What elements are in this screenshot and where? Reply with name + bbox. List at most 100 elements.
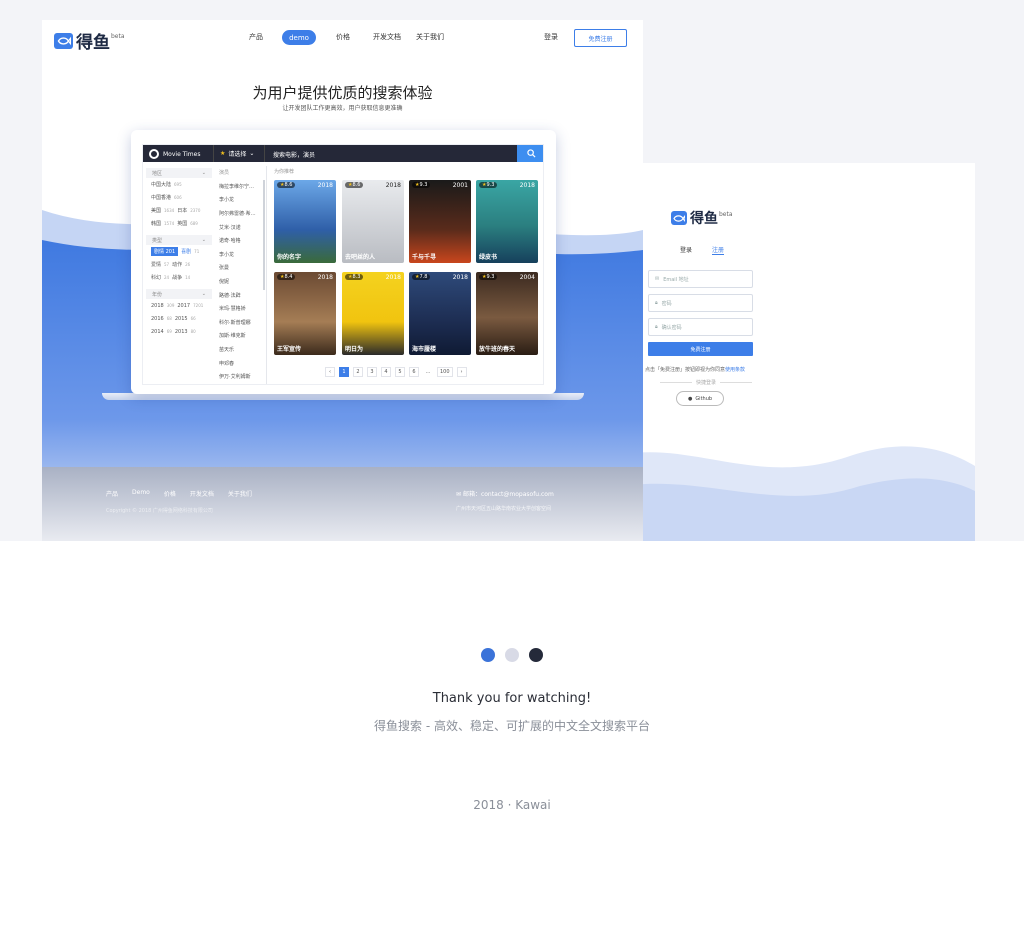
quick-login-label: 快捷登录	[696, 380, 717, 386]
scrollbar[interactable]	[263, 180, 265, 290]
laptop-base	[102, 393, 584, 400]
movie-card[interactable]: ★9.3 2004 放牛班的春天	[476, 272, 538, 355]
filter-row[interactable]: 2018 309 2017 7201	[146, 299, 212, 312]
filter-row[interactable]: 爱情 57 动作 26	[146, 258, 212, 271]
agreement-note: 点击「免费注册」按钮即视为你同意使用条款	[645, 366, 745, 373]
tab-login[interactable]: 登录	[680, 245, 692, 255]
actor-item[interactable]: 苗天乐	[215, 343, 266, 357]
page-button[interactable]: 1	[339, 367, 349, 377]
movie-card[interactable]: ★8.3 2018 明日为	[342, 272, 404, 355]
actor-item[interactable]: 加斯·维克斯	[215, 329, 266, 343]
password-placeholder: 密码	[661, 300, 672, 307]
confirm-password-field[interactable]: 🔒︎ 确认密码	[648, 318, 753, 336]
actor-item[interactable]: 梅拉李维尔宁…	[215, 180, 266, 194]
filter-label: 英国	[177, 221, 188, 227]
movie-search-input[interactable]: 搜索电影，演员	[273, 150, 315, 159]
nav-about[interactable]: 关于我们	[416, 32, 444, 42]
agreement-text: 点击「免费注册」按钮即视为你同意	[645, 367, 726, 373]
footer-link-product[interactable]: 产品	[106, 489, 118, 498]
actor-item[interactable]: 米玛·慧格娇	[215, 302, 266, 316]
actor-item[interactable]: 科尔·斯普理娜	[215, 316, 266, 330]
filter-label: 中国大陆	[151, 182, 172, 188]
site-logo[interactable]: 得鱼 beta	[54, 28, 125, 53]
footer-link-demo[interactable]: Demo	[132, 489, 150, 498]
nav-pricing[interactable]: 价格	[336, 32, 350, 42]
star-icon: ★	[220, 150, 226, 157]
movie-card[interactable]: ★9.3 2001 千与千寻	[409, 180, 471, 263]
category-selector[interactable]: ★ 请选择 ⌄	[213, 145, 265, 162]
page-button[interactable]: 3	[367, 367, 377, 377]
nav-docs[interactable]: 开发文档	[373, 32, 401, 42]
movie-card[interactable]: ★8.6 2018 你的名字	[274, 180, 336, 263]
page-button[interactable]: 5	[395, 367, 405, 377]
filter-count: 26	[185, 262, 191, 267]
footer-link-pricing[interactable]: 价格	[164, 489, 176, 498]
password-field[interactable]: 🔒︎ 密码	[648, 294, 753, 312]
free-register-button[interactable]: 免费注册	[574, 29, 627, 47]
lock-icon: 🔒︎	[655, 324, 658, 330]
actor-item[interactable]: 诺奇·哈格	[215, 234, 266, 248]
nav-product[interactable]: 产品	[249, 32, 263, 42]
dot-blue	[481, 648, 495, 662]
movie-card[interactable]: ★8.6 2018 去吧丝的人	[342, 180, 404, 263]
movie-card[interactable]: ★9.3 2018 绿皮书	[476, 180, 538, 263]
page-button[interactable]: 2	[353, 367, 363, 377]
login-link[interactable]: 登录	[544, 32, 558, 42]
nav-demo[interactable]: demo	[282, 30, 316, 45]
year-filter-header[interactable]: 年份 ⌄	[146, 289, 212, 299]
search-button[interactable]	[517, 145, 543, 162]
region-filter-header[interactable]: 地区 ⌄	[146, 168, 212, 178]
email-field[interactable]: ✉ Email 地址	[648, 270, 753, 288]
rating-badge: ★8.4	[277, 274, 296, 280]
filter-row[interactable]: 中国香港 606	[146, 191, 212, 204]
rating-badge: ★8.6	[345, 182, 364, 188]
recommend-header: 为你推荐	[274, 169, 295, 175]
actor-item[interactable]: 倪妮	[215, 275, 266, 289]
actor-item[interactable]: 路德·法辟	[215, 288, 266, 302]
movie-year: 2001	[452, 182, 468, 189]
terms-link[interactable]: 使用条款	[725, 367, 745, 373]
actor-item[interactable]: 伊万·艾利姆斯	[215, 370, 266, 384]
rating-badge: ★8.3	[345, 274, 364, 280]
filter-count: 1634	[164, 208, 175, 213]
footer-link-about[interactable]: 关于我们	[228, 489, 252, 498]
actor-item[interactable]: 李小龙	[215, 248, 266, 262]
page-ellipsis: …	[425, 369, 431, 375]
filter-row[interactable]: 中国大陆 695	[146, 178, 212, 191]
actor-item[interactable]: 艾米·汉诺	[215, 220, 266, 234]
filter-row[interactable]: 2016 68 2015 66	[146, 312, 212, 325]
github-login-button[interactable]: ● Github	[676, 391, 724, 406]
filter-row[interactable]: 2014 69 2013 80	[146, 325, 212, 338]
filter-chip-selected[interactable]: 剧情 201	[151, 247, 179, 256]
fish-logo-icon	[671, 211, 687, 225]
actor-item[interactable]: 张曼	[215, 261, 266, 275]
page-prev-button[interactable]: ‹	[325, 367, 335, 377]
filter-label: 2013	[174, 328, 188, 335]
rating-badge: ★9.3	[479, 182, 498, 188]
page-button[interactable]: 4	[381, 367, 391, 377]
register-button[interactable]: 免费注册	[648, 342, 753, 356]
actor-item[interactable]: 李小龙	[215, 193, 266, 207]
page-next-button[interactable]: ›	[456, 367, 467, 377]
footer-address: 广州市天河区五山路华南农业大学创客空间	[456, 506, 552, 512]
filter-row[interactable]: 韩国 1574 英国 689	[146, 217, 212, 230]
movie-card[interactable]: ★7.8 2018 海市蜃楼	[409, 272, 471, 355]
type-filter-header[interactable]: 类型 ⌄	[146, 235, 212, 245]
filter-row[interactable]: 科幻 24 战争 14	[146, 271, 212, 284]
filter-label: 2017	[177, 302, 191, 309]
actor-item[interactable]: 阿尔弗雷德·希…	[215, 207, 266, 221]
movie-year: 2018	[385, 274, 401, 281]
filter-row[interactable]: 美国 1634 日本 2370	[146, 204, 212, 217]
tagline: 得鱼搜索 - 高效、稳定、可扩展的中文全文搜索平台	[374, 719, 650, 733]
page-button[interactable]: 6	[409, 367, 419, 377]
footer-link-docs[interactable]: 开发文档	[190, 489, 214, 498]
page-button[interactable]: 100	[437, 367, 453, 377]
tab-register[interactable]: 注册	[712, 245, 725, 255]
app-brand[interactable]: Movie Times	[149, 149, 200, 159]
movie-year: 2018	[317, 274, 333, 281]
movie-title: 明日为	[345, 346, 364, 353]
filter-row[interactable]: 剧情 201 喜剧 71	[146, 245, 212, 258]
actor-item[interactable]: 申邓春	[215, 356, 266, 370]
movie-title: 王军宣传	[277, 346, 302, 353]
movie-card[interactable]: ★8.4 2018 王军宣传	[274, 272, 336, 355]
